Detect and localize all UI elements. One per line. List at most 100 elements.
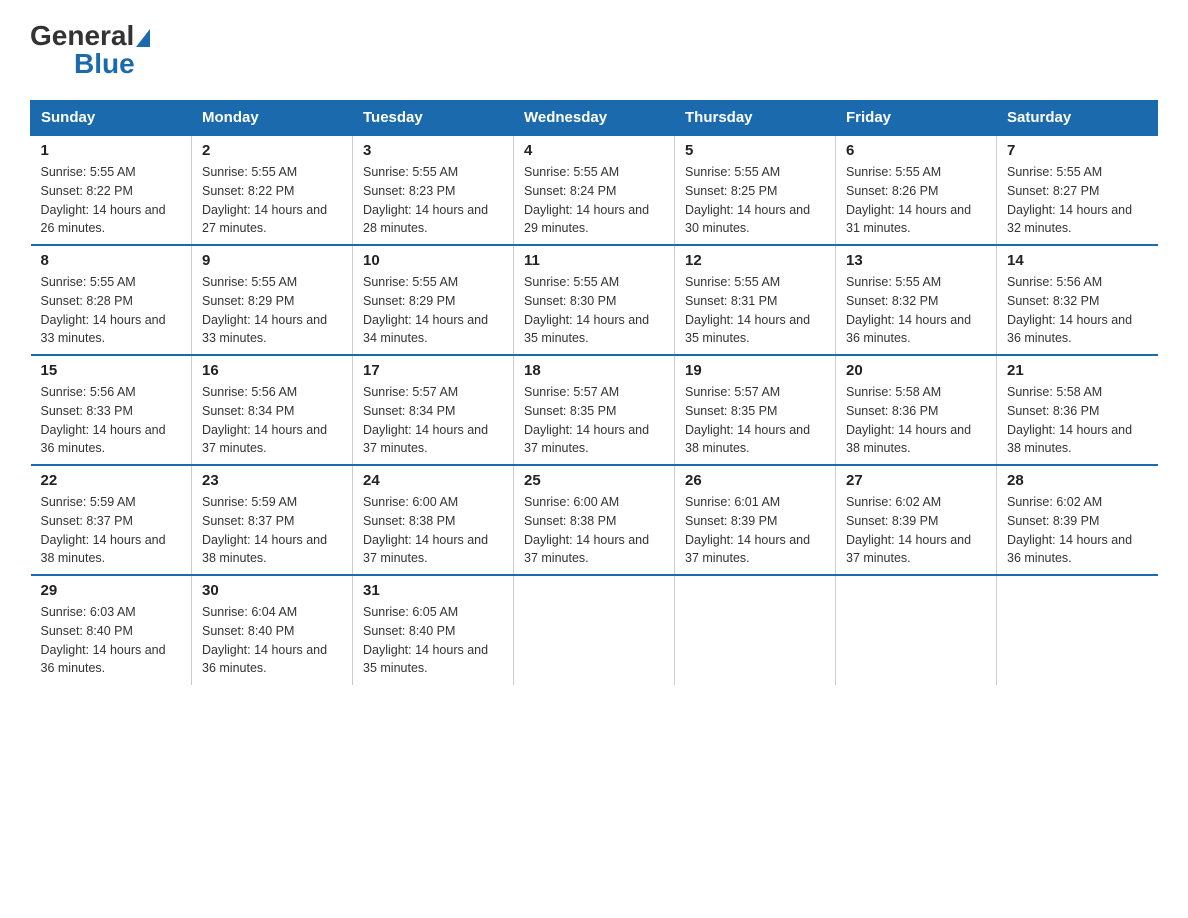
day-info: Sunrise: 5:57 AM Sunset: 8:35 PM Dayligh… [685, 383, 825, 458]
day-info: Sunrise: 5:55 AM Sunset: 8:27 PM Dayligh… [1007, 163, 1148, 238]
day-number: 11 [524, 252, 664, 269]
day-info: Sunrise: 5:58 AM Sunset: 8:36 PM Dayligh… [1007, 383, 1148, 458]
calendar-header-row: SundayMondayTuesdayWednesdayThursdayFrid… [31, 101, 1158, 136]
day-info: Sunrise: 6:03 AM Sunset: 8:40 PM Dayligh… [41, 603, 182, 678]
day-cell-10: 10 Sunrise: 5:55 AM Sunset: 8:29 PM Dayl… [353, 245, 514, 355]
day-cell-23: 23 Sunrise: 5:59 AM Sunset: 8:37 PM Dayl… [192, 465, 353, 575]
day-number: 20 [846, 362, 986, 379]
day-cell-3: 3 Sunrise: 5:55 AM Sunset: 8:23 PM Dayli… [353, 135, 514, 245]
day-number: 4 [524, 142, 664, 159]
day-number: 15 [41, 362, 182, 379]
day-number: 23 [202, 472, 342, 489]
day-info: Sunrise: 5:56 AM Sunset: 8:34 PM Dayligh… [202, 383, 342, 458]
day-number: 29 [41, 582, 182, 599]
day-number: 5 [685, 142, 825, 159]
day-number: 19 [685, 362, 825, 379]
day-cell-28: 28 Sunrise: 6:02 AM Sunset: 8:39 PM Dayl… [997, 465, 1158, 575]
day-number: 10 [363, 252, 503, 269]
day-cell-7: 7 Sunrise: 5:55 AM Sunset: 8:27 PM Dayli… [997, 135, 1158, 245]
empty-cell [675, 575, 836, 685]
logo-blue-text: Blue [74, 48, 135, 80]
day-number: 30 [202, 582, 342, 599]
day-info: Sunrise: 5:55 AM Sunset: 8:23 PM Dayligh… [363, 163, 503, 238]
day-info: Sunrise: 5:55 AM Sunset: 8:30 PM Dayligh… [524, 273, 664, 348]
day-cell-29: 29 Sunrise: 6:03 AM Sunset: 8:40 PM Dayl… [31, 575, 192, 685]
day-cell-9: 9 Sunrise: 5:55 AM Sunset: 8:29 PM Dayli… [192, 245, 353, 355]
day-number: 6 [846, 142, 986, 159]
day-cell-12: 12 Sunrise: 5:55 AM Sunset: 8:31 PM Dayl… [675, 245, 836, 355]
header-monday: Monday [192, 101, 353, 136]
day-info: Sunrise: 5:56 AM Sunset: 8:33 PM Dayligh… [41, 383, 182, 458]
day-cell-13: 13 Sunrise: 5:55 AM Sunset: 8:32 PM Dayl… [836, 245, 997, 355]
day-cell-1: 1 Sunrise: 5:55 AM Sunset: 8:22 PM Dayli… [31, 135, 192, 245]
empty-cell [997, 575, 1158, 685]
day-number: 28 [1007, 472, 1148, 489]
day-cell-21: 21 Sunrise: 5:58 AM Sunset: 8:36 PM Dayl… [997, 355, 1158, 465]
header-wednesday: Wednesday [514, 101, 675, 136]
day-number: 12 [685, 252, 825, 269]
day-number: 17 [363, 362, 503, 379]
day-number: 16 [202, 362, 342, 379]
header-tuesday: Tuesday [353, 101, 514, 136]
day-number: 24 [363, 472, 503, 489]
day-info: Sunrise: 5:57 AM Sunset: 8:35 PM Dayligh… [524, 383, 664, 458]
day-info: Sunrise: 5:59 AM Sunset: 8:37 PM Dayligh… [202, 493, 342, 568]
header-thursday: Thursday [675, 101, 836, 136]
day-number: 31 [363, 582, 503, 599]
day-cell-6: 6 Sunrise: 5:55 AM Sunset: 8:26 PM Dayli… [836, 135, 997, 245]
day-info: Sunrise: 6:02 AM Sunset: 8:39 PM Dayligh… [1007, 493, 1148, 568]
week-row-5: 29 Sunrise: 6:03 AM Sunset: 8:40 PM Dayl… [31, 575, 1158, 685]
day-info: Sunrise: 5:55 AM Sunset: 8:24 PM Dayligh… [524, 163, 664, 238]
day-number: 8 [41, 252, 182, 269]
day-cell-11: 11 Sunrise: 5:55 AM Sunset: 8:30 PM Dayl… [514, 245, 675, 355]
week-row-4: 22 Sunrise: 5:59 AM Sunset: 8:37 PM Dayl… [31, 465, 1158, 575]
day-number: 14 [1007, 252, 1148, 269]
day-info: Sunrise: 6:00 AM Sunset: 8:38 PM Dayligh… [524, 493, 664, 568]
day-info: Sunrise: 5:55 AM Sunset: 8:29 PM Dayligh… [363, 273, 503, 348]
day-cell-15: 15 Sunrise: 5:56 AM Sunset: 8:33 PM Dayl… [31, 355, 192, 465]
day-number: 21 [1007, 362, 1148, 379]
day-cell-16: 16 Sunrise: 5:56 AM Sunset: 8:34 PM Dayl… [192, 355, 353, 465]
day-cell-2: 2 Sunrise: 5:55 AM Sunset: 8:22 PM Dayli… [192, 135, 353, 245]
header-sunday: Sunday [31, 101, 192, 136]
header-saturday: Saturday [997, 101, 1158, 136]
day-info: Sunrise: 5:56 AM Sunset: 8:32 PM Dayligh… [1007, 273, 1148, 348]
week-row-2: 8 Sunrise: 5:55 AM Sunset: 8:28 PM Dayli… [31, 245, 1158, 355]
calendar-table: SundayMondayTuesdayWednesdayThursdayFrid… [30, 100, 1158, 685]
day-info: Sunrise: 5:55 AM Sunset: 8:32 PM Dayligh… [846, 273, 986, 348]
day-cell-4: 4 Sunrise: 5:55 AM Sunset: 8:24 PM Dayli… [514, 135, 675, 245]
day-cell-31: 31 Sunrise: 6:05 AM Sunset: 8:40 PM Dayl… [353, 575, 514, 685]
day-info: Sunrise: 5:55 AM Sunset: 8:25 PM Dayligh… [685, 163, 825, 238]
page-header: General Blue [30, 20, 1158, 80]
logo-triangle-icon [136, 29, 150, 47]
day-info: Sunrise: 5:55 AM Sunset: 8:22 PM Dayligh… [41, 163, 182, 238]
day-number: 27 [846, 472, 986, 489]
day-info: Sunrise: 5:55 AM Sunset: 8:26 PM Dayligh… [846, 163, 986, 238]
day-number: 22 [41, 472, 182, 489]
empty-cell [514, 575, 675, 685]
day-number: 3 [363, 142, 503, 159]
day-cell-30: 30 Sunrise: 6:04 AM Sunset: 8:40 PM Dayl… [192, 575, 353, 685]
day-number: 9 [202, 252, 342, 269]
day-cell-20: 20 Sunrise: 5:58 AM Sunset: 8:36 PM Dayl… [836, 355, 997, 465]
header-friday: Friday [836, 101, 997, 136]
day-cell-19: 19 Sunrise: 5:57 AM Sunset: 8:35 PM Dayl… [675, 355, 836, 465]
day-cell-14: 14 Sunrise: 5:56 AM Sunset: 8:32 PM Dayl… [997, 245, 1158, 355]
day-info: Sunrise: 5:55 AM Sunset: 8:31 PM Dayligh… [685, 273, 825, 348]
day-info: Sunrise: 5:55 AM Sunset: 8:28 PM Dayligh… [41, 273, 182, 348]
day-cell-18: 18 Sunrise: 5:57 AM Sunset: 8:35 PM Dayl… [514, 355, 675, 465]
day-number: 13 [846, 252, 986, 269]
week-row-3: 15 Sunrise: 5:56 AM Sunset: 8:33 PM Dayl… [31, 355, 1158, 465]
day-info: Sunrise: 6:04 AM Sunset: 8:40 PM Dayligh… [202, 603, 342, 678]
day-number: 26 [685, 472, 825, 489]
day-info: Sunrise: 6:00 AM Sunset: 8:38 PM Dayligh… [363, 493, 503, 568]
day-number: 1 [41, 142, 182, 159]
day-cell-22: 22 Sunrise: 5:59 AM Sunset: 8:37 PM Dayl… [31, 465, 192, 575]
day-info: Sunrise: 5:55 AM Sunset: 8:29 PM Dayligh… [202, 273, 342, 348]
day-cell-27: 27 Sunrise: 6:02 AM Sunset: 8:39 PM Dayl… [836, 465, 997, 575]
day-info: Sunrise: 5:58 AM Sunset: 8:36 PM Dayligh… [846, 383, 986, 458]
day-info: Sunrise: 6:05 AM Sunset: 8:40 PM Dayligh… [363, 603, 503, 678]
day-info: Sunrise: 5:59 AM Sunset: 8:37 PM Dayligh… [41, 493, 182, 568]
day-number: 7 [1007, 142, 1148, 159]
day-cell-8: 8 Sunrise: 5:55 AM Sunset: 8:28 PM Dayli… [31, 245, 192, 355]
